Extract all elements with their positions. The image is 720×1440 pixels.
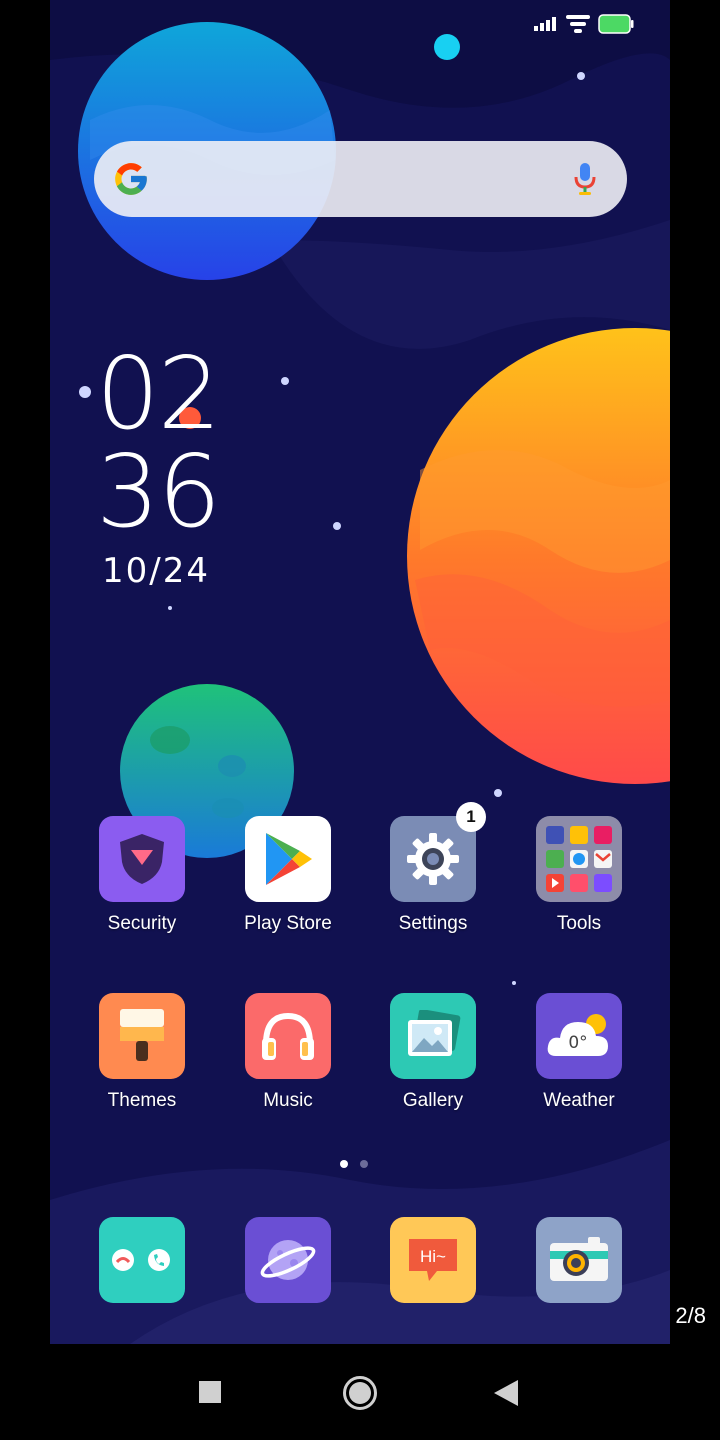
picture-icon [408, 1010, 461, 1056]
signal-bars-icon [534, 17, 556, 31]
weather-app-icon: 0° [536, 993, 622, 1079]
app-label: Play Store [244, 913, 332, 934]
clock-date: 10/24 [102, 551, 210, 591]
app-play-store[interactable]: Play Store [228, 816, 348, 935]
app-music[interactable]: Music [228, 993, 348, 1112]
battery-full-icon [598, 14, 634, 34]
page-counter: 2/8 [675, 1303, 706, 1328]
app-label: Settings [398, 913, 468, 934]
page-dot [360, 1160, 368, 1168]
phone-call-icon [99, 1217, 185, 1303]
cloud-icon: 0° [547, 1014, 608, 1056]
page-dot-active [340, 1160, 348, 1168]
dock-camera[interactable] [519, 1217, 639, 1303]
triangle-back-icon[interactable] [494, 1380, 518, 1411]
shield-icon [120, 834, 164, 884]
app-settings[interactable]: 1 Settings [373, 802, 493, 935]
notification-badge: 1 [456, 802, 486, 832]
themes-app-icon [99, 993, 185, 1079]
play-store-app-icon [245, 816, 331, 902]
play-store-icon [266, 833, 312, 885]
app-label: Music [263, 1090, 313, 1111]
status-bar [534, 14, 634, 34]
camera-icon [536, 1217, 622, 1303]
small-moon [434, 34, 460, 60]
weather-temperature: 0° [568, 1033, 587, 1053]
gallery-app-icon [390, 993, 476, 1079]
app-weather[interactable]: 0° Weather [519, 993, 639, 1112]
app-gallery[interactable]: Gallery [373, 993, 493, 1112]
navigation-bar [0, 1344, 720, 1440]
chat-bubble-icon: Hi~ [390, 1217, 476, 1303]
folder-tools[interactable]: Tools [519, 816, 639, 935]
google-search-bar[interactable] [94, 141, 627, 217]
dock-browser[interactable] [228, 1217, 348, 1303]
gear-icon [407, 833, 459, 885]
page-indicator [340, 1160, 368, 1168]
settings-app-icon: 1 [390, 802, 486, 902]
app-label: Themes [107, 1090, 177, 1111]
circle-home-icon[interactable] [342, 1375, 378, 1416]
wifi-icon [566, 15, 590, 33]
music-app-icon [245, 993, 331, 1079]
google-logo-icon [115, 163, 147, 195]
security-app-icon [99, 816, 185, 902]
app-label: Tools [556, 913, 602, 934]
planet-icon [245, 1217, 331, 1303]
app-label: Security [107, 913, 177, 934]
app-label: Weather [543, 1090, 615, 1111]
paint-brush-icon [120, 1009, 164, 1061]
clock-hours: 02 [96, 335, 221, 452]
app-security[interactable]: Security [82, 816, 202, 935]
folder-grid-icon [536, 816, 622, 902]
home-screen: 02 36 10/24 Security Play Store 1 Settin… [50, 0, 670, 1344]
microphone-icon[interactable] [573, 161, 597, 197]
clock-minutes: 36 [96, 433, 221, 550]
dock-phone[interactable] [82, 1217, 202, 1303]
clock-widget[interactable]: 02 36 10/24 [96, 335, 221, 592]
dock-messages[interactable]: Hi~ [373, 1217, 493, 1303]
app-themes[interactable]: Themes [82, 993, 202, 1112]
square-recents-icon[interactable] [199, 1381, 221, 1408]
message-text: Hi~ [420, 1247, 446, 1266]
headphones-icon [262, 1012, 314, 1060]
app-label: Gallery [402, 1090, 464, 1111]
